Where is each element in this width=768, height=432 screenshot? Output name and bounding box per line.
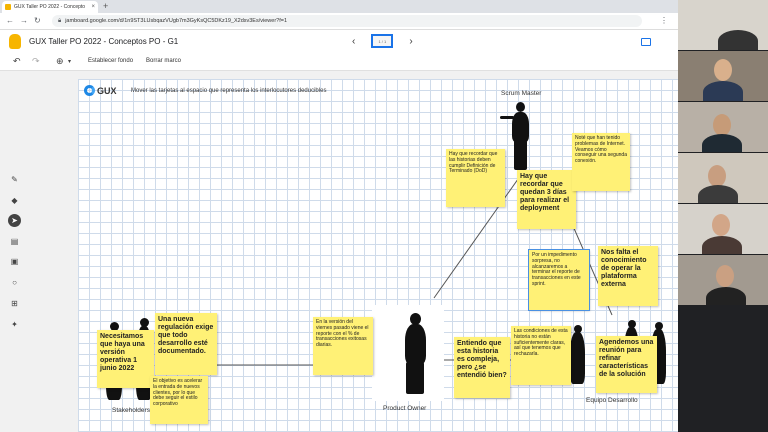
sticky-note[interactable]: Una nueva regulación exige que todo desa… — [155, 313, 217, 375]
jamboard-logo-icon[interactable] — [9, 34, 21, 49]
participant-tile — [678, 153, 768, 203]
participant-tile — [678, 255, 768, 305]
clear-frame-button[interactable]: Borrar marco — [146, 58, 181, 64]
reload-icon[interactable]: ↻ — [34, 16, 41, 25]
browser-tab[interactable]: GUX Taller PO 2022 - Concepto × — [2, 1, 98, 13]
circle-tool-icon[interactable]: ○ — [8, 276, 21, 289]
present-icon[interactable] — [641, 38, 651, 46]
edit-toolbar: ↶ ↷ ⊕ ▾ Establecer fondo Borrar marco — [0, 53, 678, 71]
stakeholders-label: Stakeholders — [112, 407, 150, 414]
sticky-note[interactable]: En la versión del viernes pasado viene e… — [313, 317, 373, 375]
sticky-note[interactable]: El objetivo es acelerar la entrada de nu… — [150, 376, 208, 424]
set-background-button[interactable]: Establecer fondo — [88, 58, 133, 64]
url-field[interactable]: 🔒︎ jamboard.google.com/d/1n9ST3LUsbqazVU… — [52, 15, 642, 27]
pen-tool-icon[interactable]: ✎ — [8, 173, 21, 186]
sticky-note[interactable]: Agendemos una reunión para refinar carac… — [596, 336, 657, 393]
eraser-tool-icon[interactable]: ◆ — [8, 194, 21, 207]
sticky-note[interactable]: Necesitamos que haya una versión operati… — [97, 330, 154, 388]
image-tool-icon[interactable]: ▣ — [8, 255, 21, 268]
select-tool-icon[interactable]: ➤ — [8, 214, 21, 227]
participant-tile — [678, 51, 768, 101]
lock-icon: 🔒︎ — [58, 17, 62, 24]
product-owner-label: Product Owner — [383, 405, 427, 412]
browser-menu-icon[interactable]: ⋮ — [660, 16, 668, 25]
document-title: GUX Taller PO 2022 - Conceptos PO - G1 — [29, 37, 179, 46]
frame-navigator: ‹ 1 / 1 › — [352, 34, 413, 48]
back-arrow-icon[interactable]: ← — [6, 16, 14, 25]
redo-icon[interactable]: ↷ — [32, 56, 40, 67]
sticky-note[interactable]: Hay que recordar que quedan 3 días para … — [517, 170, 576, 229]
jamboard-app-bar: GUX Taller PO 2022 - Conceptos PO - G1 ‹… — [0, 30, 678, 53]
zoom-icon[interactable]: ⊕ — [56, 56, 64, 67]
url-text: jamboard.google.com/d/1n9ST3LUsbqazVUgb7… — [65, 18, 288, 24]
tab-close-icon[interactable]: × — [91, 4, 95, 10]
participant-tile — [678, 102, 768, 152]
jamboard-favicon-icon — [5, 4, 11, 10]
participant-tile — [678, 204, 768, 254]
sticky-note-tool-icon[interactable]: ▤ — [8, 235, 21, 248]
board-instruction: Mover las tarjetas al espacio que repres… — [131, 88, 327, 94]
forward-arrow-icon[interactable]: → — [20, 16, 28, 25]
frame-thumbnail-button[interactable]: 1 / 1 — [371, 34, 394, 48]
laser-tool-icon[interactable]: ✦ — [8, 318, 21, 331]
sticky-note[interactable]: Hay que recordar que las historias deben… — [446, 149, 505, 207]
address-bar: ← → ↻ 🔒︎ jamboard.google.com/d/1n9ST3LUs… — [0, 13, 678, 30]
sticky-note[interactable]: Las condiciones de esta historia no está… — [511, 326, 571, 385]
new-tab-button[interactable]: + — [103, 1, 108, 12]
team-label: Equipo Desarrollo — [586, 397, 638, 404]
sticky-note[interactable]: Nos falta el conocimiento de operar la p… — [598, 246, 658, 306]
sticky-note[interactable]: Noté que han tenido problemas de Interne… — [572, 133, 630, 191]
gux-logo-text: GUX — [97, 85, 117, 96]
scrum-master-label: Scrum Master — [501, 90, 542, 97]
gux-logo: GUX — [84, 85, 117, 96]
browser-tab-bar: GUX Taller PO 2022 - Concepto × + — [0, 0, 678, 13]
undo-icon[interactable]: ↶ — [13, 56, 21, 67]
text-box-tool-icon[interactable]: ⊞ — [8, 297, 21, 310]
zoom-menu-chevron-icon[interactable]: ▾ — [68, 58, 71, 65]
selected-sticky-note[interactable]: Por un impedimento sorpresa, no alcanzar… — [528, 249, 590, 311]
sticky-note[interactable]: Entiendo que esta historia es compleja, … — [454, 337, 510, 398]
participant-tile — [678, 0, 768, 50]
tab-title: GUX Taller PO 2022 - Concepto — [14, 4, 86, 10]
previous-frame-button[interactable]: ‹ — [352, 36, 355, 47]
gux-logo-icon — [84, 85, 95, 96]
next-frame-button[interactable]: › — [409, 36, 412, 47]
